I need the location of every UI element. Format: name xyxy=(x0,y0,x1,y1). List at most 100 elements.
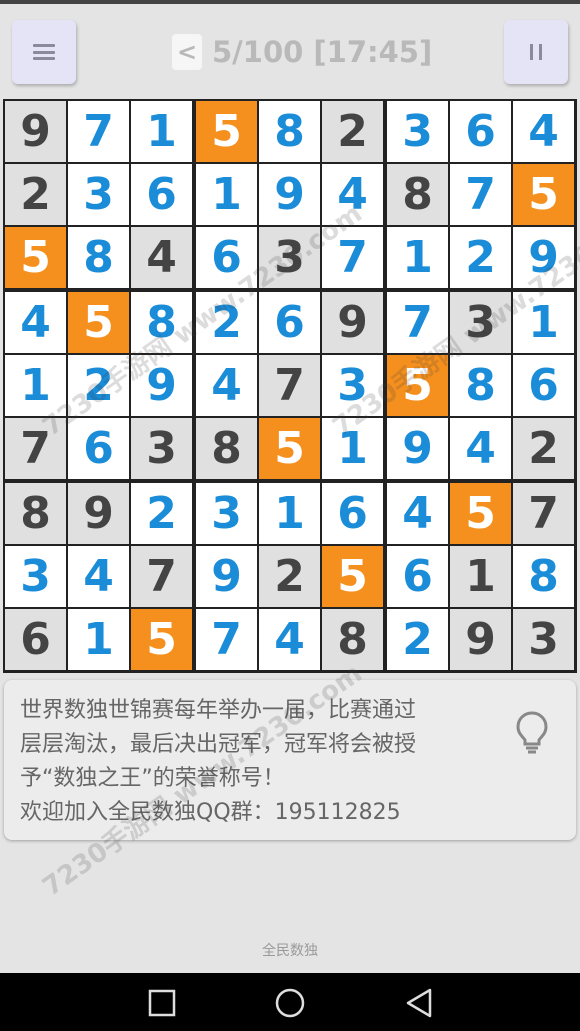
sudoku-cell[interactable]: 7 xyxy=(259,355,320,416)
sudoku-cell[interactable]: 3 xyxy=(196,483,257,544)
sudoku-cell[interactable]: 5 xyxy=(196,101,257,162)
header: < 5/100 [17:45] xyxy=(0,4,580,96)
recent-apps-icon[interactable] xyxy=(145,986,179,1020)
sudoku-cell[interactable]: 6 xyxy=(259,292,320,353)
sudoku-cell[interactable]: 8 xyxy=(450,355,511,416)
sudoku-cell[interactable]: 7 xyxy=(68,101,129,162)
sudoku-cell[interactable]: 7 xyxy=(513,483,574,544)
sudoku-cell[interactable]: 6 xyxy=(5,609,66,670)
sudoku-cell[interactable]: 1 xyxy=(387,227,448,288)
menu-button[interactable] xyxy=(12,20,76,84)
sudoku-cell[interactable]: 6 xyxy=(196,227,257,288)
sudoku-cell[interactable]: 4 xyxy=(513,101,574,162)
sudoku-cell[interactable]: 4 xyxy=(450,418,511,479)
sudoku-cell[interactable]: 9 xyxy=(322,292,383,353)
sudoku-cell[interactable]: 7 xyxy=(450,164,511,225)
sudoku-cell[interactable]: 3 xyxy=(450,292,511,353)
sudoku-cell[interactable]: 9 xyxy=(68,483,129,544)
hint-panel: 世界数独世锦赛每年举办一届，比赛通过 层层淘汰，最后决出冠军，冠军将会被授 予“… xyxy=(4,680,576,840)
sudoku-cell[interactable]: 3 xyxy=(322,355,383,416)
sudoku-cell[interactable]: 5 xyxy=(131,609,192,670)
sudoku-cell[interactable]: 3 xyxy=(387,101,448,162)
pause-button[interactable] xyxy=(504,20,568,84)
sudoku-cell[interactable]: 5 xyxy=(5,227,66,288)
hint-line-1: 世界数独世锦赛每年举办一届，比赛通过 xyxy=(20,698,417,723)
lightbulb-icon[interactable] xyxy=(514,710,550,756)
sudoku-cell[interactable]: 4 xyxy=(259,609,320,670)
sudoku-cell[interactable]: 4 xyxy=(68,546,129,607)
sudoku-cell[interactable]: 1 xyxy=(322,418,383,479)
sudoku-cell[interactable]: 1 xyxy=(259,483,320,544)
sudoku-cell[interactable]: 4 xyxy=(322,164,383,225)
sudoku-cell[interactable]: 8 xyxy=(259,101,320,162)
sudoku-cell[interactable]: 2 xyxy=(196,292,257,353)
sudoku-cell[interactable]: 7 xyxy=(131,546,192,607)
sudoku-cell[interactable]: 8 xyxy=(5,483,66,544)
sudoku-cell[interactable]: 1 xyxy=(68,609,129,670)
hint-line-3: 予“数独之王”的荣誉称号！ xyxy=(20,766,285,791)
sudoku-cell[interactable]: 8 xyxy=(196,418,257,479)
sudoku-cell[interactable]: 9 xyxy=(450,609,511,670)
sudoku-cell[interactable]: 3 xyxy=(68,164,129,225)
sudoku-cell[interactable]: 7 xyxy=(196,609,257,670)
sudoku-cell[interactable]: 9 xyxy=(387,418,448,479)
sudoku-cell[interactable]: 7 xyxy=(5,418,66,479)
sudoku-cell[interactable]: 6 xyxy=(322,483,383,544)
puzzle-progress-timer: 5/100 [17:45] xyxy=(212,35,433,69)
home-icon[interactable] xyxy=(273,986,307,1020)
sudoku-cell[interactable]: 1 xyxy=(5,355,66,416)
sudoku-cell[interactable]: 3 xyxy=(5,546,66,607)
menu-icon xyxy=(33,44,55,60)
sudoku-cell[interactable]: 2 xyxy=(387,609,448,670)
sudoku-cell[interactable]: 2 xyxy=(5,164,66,225)
sudoku-cell[interactable]: 5 xyxy=(387,355,448,416)
sudoku-cell[interactable]: 1 xyxy=(513,292,574,353)
sudoku-cell[interactable]: 5 xyxy=(68,292,129,353)
sudoku-cell[interactable]: 8 xyxy=(387,164,448,225)
sudoku-cell[interactable]: 2 xyxy=(450,227,511,288)
sudoku-cell[interactable]: 4 xyxy=(387,483,448,544)
sudoku-cell[interactable]: 4 xyxy=(5,292,66,353)
sudoku-cell[interactable]: 6 xyxy=(387,546,448,607)
sudoku-cell[interactable]: 4 xyxy=(131,227,192,288)
hint-line-4: 欢迎加入全民数独QQ群：195112825 xyxy=(20,800,401,825)
sudoku-cell[interactable]: 9 xyxy=(131,355,192,416)
sudoku-cell[interactable]: 2 xyxy=(513,418,574,479)
sudoku-cell[interactable]: 4 xyxy=(196,355,257,416)
sudoku-cell[interactable]: 6 xyxy=(131,164,192,225)
sudoku-cell[interactable]: 9 xyxy=(196,546,257,607)
sudoku-cell[interactable]: 3 xyxy=(513,609,574,670)
sudoku-cell[interactable]: 8 xyxy=(131,292,192,353)
sudoku-cell[interactable]: 2 xyxy=(131,483,192,544)
sudoku-cell[interactable]: 2 xyxy=(322,101,383,162)
sudoku-cell[interactable]: 6 xyxy=(450,101,511,162)
back-arrow-icon: < xyxy=(176,38,198,66)
sudoku-cell[interactable]: 5 xyxy=(259,418,320,479)
sudoku-cell[interactable]: 1 xyxy=(196,164,257,225)
sudoku-cell[interactable]: 3 xyxy=(131,418,192,479)
sudoku-cell[interactable]: 1 xyxy=(131,101,192,162)
sudoku-cell[interactable]: 9 xyxy=(5,101,66,162)
sudoku-cell[interactable]: 7 xyxy=(387,292,448,353)
sudoku-cell[interactable]: 8 xyxy=(322,609,383,670)
sudoku-cell[interactable]: 6 xyxy=(68,418,129,479)
sudoku-cell[interactable]: 9 xyxy=(513,227,574,288)
sudoku-cell[interactable]: 2 xyxy=(259,546,320,607)
sudoku-cell[interactable]: 8 xyxy=(68,227,129,288)
hint-text: 世界数独世锦赛每年举办一届，比赛通过 层层淘汰，最后决出冠军，冠军将会被授 予“… xyxy=(20,694,500,830)
back-arrow-button[interactable]: < xyxy=(172,34,202,70)
app-name-footer: 全民数独 xyxy=(262,943,318,959)
sudoku-cell[interactable]: 5 xyxy=(450,483,511,544)
sudoku-cell[interactable]: 5 xyxy=(513,164,574,225)
sudoku-cell[interactable]: 8 xyxy=(513,546,574,607)
sudoku-cell[interactable]: 2 xyxy=(68,355,129,416)
nav-back-icon[interactable] xyxy=(402,986,436,1020)
navigation-bar xyxy=(0,973,580,1031)
sudoku-cell[interactable]: 6 xyxy=(513,355,574,416)
sudoku-cell[interactable]: 1 xyxy=(450,546,511,607)
sudoku-cell[interactable]: 3 xyxy=(259,227,320,288)
sudoku-cell[interactable]: 9 xyxy=(259,164,320,225)
sudoku-cell[interactable]: 7 xyxy=(322,227,383,288)
sudoku-cell[interactable]: 5 xyxy=(322,546,383,607)
hint-line-2: 层层淘汰，最后决出冠军，冠军将会被授 xyxy=(20,732,417,757)
